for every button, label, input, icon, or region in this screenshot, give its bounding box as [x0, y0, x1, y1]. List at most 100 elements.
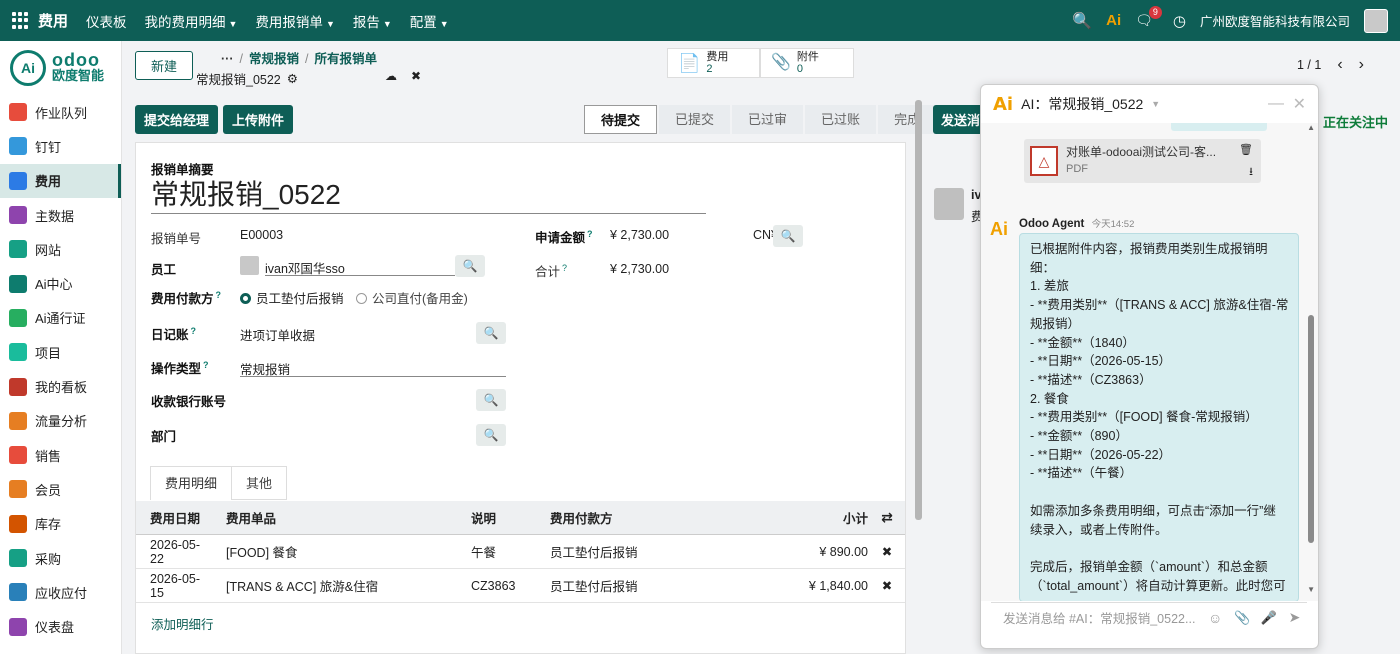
sidebar-item-8[interactable]: 我的看板 — [0, 369, 121, 403]
ai-icon[interactable]: Ai — [1106, 12, 1121, 29]
currency-search-button[interactable]: 🔍 — [773, 225, 803, 247]
app-name[interactable]: 费用 — [38, 10, 68, 31]
app-grid-icon[interactable] — [12, 11, 30, 30]
col-date[interactable]: 费用日期 — [136, 508, 212, 527]
clock-icon[interactable]: ◷ — [1173, 12, 1186, 30]
col-product[interactable]: 费用单品 — [212, 508, 457, 527]
app-brand[interactable]: 费用 — [12, 10, 68, 31]
cell-product[interactable]: [TRANS & ACC] 旅游&住宿 — [212, 576, 457, 595]
sidebar-item-15[interactable]: 仪表盘 — [0, 609, 121, 643]
sidebar-item-6[interactable]: Ai通行证 — [0, 301, 121, 335]
scroll-up-icon[interactable]: ▲ — [1307, 123, 1315, 132]
payer-option-employee[interactable]: 员工垫付后报销 — [240, 288, 344, 307]
sidebar-item-14[interactable]: 应收应付 — [0, 575, 121, 609]
status-stage-3[interactable]: 已过账 — [805, 105, 877, 134]
send-icon[interactable]: ➤ — [1289, 609, 1301, 626]
attach-icon[interactable]: 📎 — [1234, 610, 1250, 626]
journal-search-button[interactable]: 🔍 — [476, 322, 506, 344]
expense-title[interactable]: 常规报销_0522 — [151, 177, 706, 214]
close-icon[interactable]: ✕ — [1293, 94, 1306, 114]
sidebar-item-1[interactable]: 钉钉 — [0, 129, 121, 163]
payer-option-company[interactable]: 公司直付(备用金) — [356, 288, 468, 307]
sidebar-item-11[interactable]: 会员 — [0, 472, 121, 506]
sidebar-item-7[interactable]: 项目 — [0, 335, 121, 369]
delete-row-icon[interactable]: ✖ — [872, 544, 902, 559]
cell-payer[interactable]: 员工垫付后报销 — [536, 542, 679, 561]
top-menu-item-4[interactable]: 配置 ▼ — [410, 11, 449, 31]
attachment-stat-button[interactable]: 📎 附件 0 — [760, 48, 854, 78]
chat-scrollbar[interactable] — [1308, 315, 1314, 543]
sidebar-item-4[interactable]: 网站 — [0, 232, 121, 266]
col-payer[interactable]: 费用付款方 — [536, 508, 679, 527]
scrollbar[interactable] — [915, 100, 922, 520]
column-settings-icon[interactable]: ⇄ — [872, 509, 902, 526]
cell-date[interactable]: 2026-05-15 — [136, 572, 212, 600]
emoji-icon[interactable]: ☺ — [1208, 610, 1222, 626]
employee-search-button[interactable]: 🔍 — [455, 255, 485, 277]
amount-value[interactable]: ¥ 2,730.00 — [610, 228, 669, 242]
dept-search-button[interactable]: 🔍 — [476, 424, 506, 446]
cell-subtotal[interactable]: ¥ 890.00 — [679, 545, 872, 559]
delete-row-icon[interactable]: ✖ — [872, 578, 902, 593]
discard-icon[interactable]: ✖ — [411, 69, 421, 83]
col-desc[interactable]: 说明 — [457, 508, 536, 527]
status-stage-1[interactable]: 已提交 — [659, 105, 731, 134]
table-row[interactable]: 2026-05-15 [TRANS & ACC] 旅游&住宿 CZ3863 员工垫付后… — [136, 569, 905, 603]
cloud-save-icon[interactable]: ☁ — [385, 69, 397, 83]
pager-value[interactable]: 1 / 1 — [1297, 58, 1321, 72]
status-stage-4[interactable]: 完成 — [878, 105, 937, 134]
company-logo[interactable]: Ai odoo 欧度智能 — [0, 41, 121, 95]
sidebar-item-2[interactable]: 费用 — [0, 163, 121, 198]
scroll-down-icon[interactable]: ▼ — [1307, 585, 1315, 594]
status-stage-2[interactable]: 已过审 — [732, 105, 804, 134]
cell-desc[interactable]: CZ3863 — [457, 579, 536, 593]
sidebar-item-10[interactable]: 销售 — [0, 438, 121, 472]
download-icon[interactable]: ⭳ — [1249, 163, 1253, 182]
pdf-attachment[interactable]: △ 对账单-odooai测试公司-客... PDF 🗑 ⭳ — [1024, 139, 1261, 183]
status-stage-0[interactable]: 待提交 — [584, 105, 658, 134]
tab-other[interactable]: 其他 — [232, 466, 288, 500]
top-menu-item-2[interactable]: 费用报销单 ▼ — [255, 11, 334, 31]
employee-field[interactable]: ivan邓国华sso — [265, 258, 455, 276]
top-menu-item-1[interactable]: 我的费用明细 ▼ — [145, 11, 238, 31]
chevron-right-icon[interactable]: › — [1359, 56, 1364, 74]
minimize-icon[interactable]: — — [1268, 95, 1284, 113]
company-switcher[interactable]: 广州欧度智能科技有限公司 — [1200, 11, 1350, 30]
chat-icon[interactable]: 🗨 9 — [1135, 6, 1162, 29]
microphone-icon[interactable]: 🎤 — [1260, 610, 1276, 626]
tab-expense-lines[interactable]: 费用明细 — [150, 466, 233, 500]
submit-manager-button[interactable]: 提交给经理 — [135, 105, 219, 134]
sidebar-item-0[interactable]: 作业队列 — [0, 95, 121, 129]
gear-icon[interactable]: ⚙ — [287, 71, 298, 86]
cell-subtotal[interactable]: ¥ 1,840.00 — [679, 579, 872, 593]
top-menu-item-3[interactable]: 报告 ▼ — [353, 11, 392, 31]
sidebar-item-12[interactable]: 库存 — [0, 507, 121, 541]
sidebar-item-13[interactable]: 采购 — [0, 541, 121, 575]
table-row[interactable]: 2026-05-22 [FOOD] 餐食 午餐 员工垫付后报销 ¥ 890.00 ✖ — [136, 535, 905, 569]
breadcrumb-link-1[interactable]: 常规报销 — [249, 52, 299, 66]
breadcrumb-link-2[interactable]: 所有报销单 — [314, 52, 377, 66]
cell-desc[interactable]: 午餐 — [457, 542, 536, 561]
sidebar-item-9[interactable]: 流量分析 — [0, 404, 121, 438]
chevron-down-icon[interactable]: ▼ — [1151, 99, 1160, 109]
cell-product[interactable]: [FOOD] 餐食 — [212, 542, 457, 561]
sidebar-item-5[interactable]: Ai中心 — [0, 266, 121, 300]
user-avatar[interactable] — [1364, 8, 1388, 33]
breadcrumb-ellipsis[interactable]: ··· — [221, 52, 234, 66]
trash-icon[interactable]: 🗑 — [1239, 143, 1253, 156]
cell-payer[interactable]: 员工垫付后报销 — [536, 576, 679, 595]
add-line-link[interactable]: 添加明细行 — [151, 614, 214, 633]
chevron-left-icon[interactable]: ‹ — [1337, 56, 1342, 74]
search-icon[interactable]: 🔍 — [1072, 11, 1092, 31]
ai-chat-title[interactable]: AI：常规报销_0522 — [1021, 94, 1143, 114]
upload-attachment-button[interactable]: 上传附件 — [223, 105, 294, 134]
optype-field[interactable]: 常规报销 — [240, 359, 506, 377]
ai-message-input[interactable]: 发送消息给 #AI：常规报销_0522... ☺ 📎 🎤 ➤ — [991, 602, 1307, 632]
col-subtotal[interactable]: 小计 — [679, 508, 872, 527]
sidebar-item-3[interactable]: 主数据 — [0, 198, 121, 232]
new-button[interactable]: 新建 — [135, 51, 193, 80]
journal-field[interactable]: 进项订单收据 — [240, 325, 315, 344]
top-menu-item-0[interactable]: 仪表板 — [86, 11, 127, 31]
bank-search-button[interactable]: 🔍 — [476, 389, 506, 411]
cell-date[interactable]: 2026-05-22 — [136, 538, 212, 566]
